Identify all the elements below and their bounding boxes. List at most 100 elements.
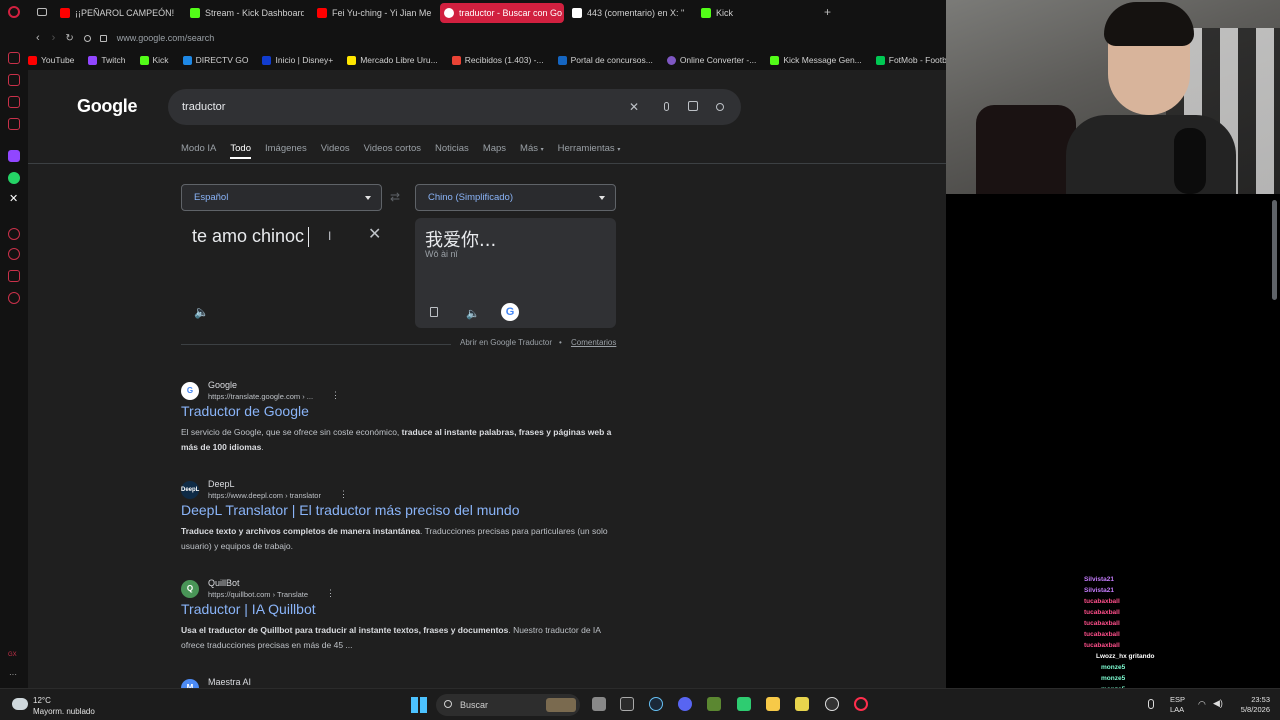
search-input[interactable]: traductor ✕ xyxy=(168,89,741,125)
xbox-app-icon[interactable] xyxy=(737,697,751,711)
source-language-select[interactable]: Español xyxy=(181,184,382,211)
tab-modo-ia[interactable]: Modo IA xyxy=(181,143,216,159)
result-url[interactable]: https://translate.google.com › ... xyxy=(208,392,313,401)
system-clock[interactable]: 23:53 5/8/2026 xyxy=(1232,695,1270,715)
bookmark-youtube[interactable]: YouTube xyxy=(28,55,74,65)
page-scrollbar[interactable] xyxy=(1272,200,1277,300)
bookmark-directv[interactable]: DIRECTV GO xyxy=(182,55,248,65)
twitch-icon[interactable] xyxy=(8,150,20,162)
google-translate-icon[interactable]: G xyxy=(501,303,519,321)
tab-6[interactable]: Kick xyxy=(697,3,757,23)
result-site-name[interactable]: Maestra AI xyxy=(208,677,251,687)
player-icon[interactable] xyxy=(8,228,20,240)
google-logo[interactable]: Google xyxy=(77,96,138,117)
wifi-icon[interactable]: ◠ xyxy=(1198,699,1206,710)
bookmark-label: Portal de concursos... xyxy=(570,55,653,65)
taskbar-search[interactable]: Buscar xyxy=(436,694,580,716)
bookmark-converter[interactable]: Online Converter -... xyxy=(666,55,756,65)
bookmark-portal[interactable]: Portal de concursos... xyxy=(557,55,653,65)
result-title[interactable]: DeepL Translator | El traductor más prec… xyxy=(181,502,520,518)
tab-mas[interactable]: Más ▾ xyxy=(520,143,544,159)
url-field[interactable]: www.google.com/search xyxy=(117,33,215,43)
task-view-icon[interactable] xyxy=(592,697,606,711)
source-text-input[interactable]: te amo chinoc xyxy=(192,226,304,247)
mic-icon[interactable] xyxy=(658,99,674,115)
copy-icon[interactable] xyxy=(430,307,438,320)
tab-3[interactable]: Fei Yu-ching - Yi Jian Mei xyxy=(313,3,431,23)
opera-gx-icon[interactable] xyxy=(854,697,868,711)
more-options-icon[interactable]: ⋮ xyxy=(326,588,335,599)
bookmark-kick-message[interactable]: Kick Message Gen... xyxy=(770,55,862,65)
history-icon[interactable] xyxy=(8,248,20,260)
more-icon[interactable]: ··· xyxy=(9,670,17,679)
gx-icon[interactable]: GX xyxy=(8,652,17,658)
tab-videos-cortos[interactable]: Videos cortos xyxy=(364,143,421,159)
messenger-icon[interactable] xyxy=(8,96,20,108)
listen-source-icon[interactable]: 🔈 xyxy=(194,305,209,319)
lock-icon[interactable] xyxy=(99,34,107,42)
x-icon[interactable]: ✕ xyxy=(9,192,18,205)
result-url[interactable]: https://www.deepl.com › translator xyxy=(208,491,321,500)
result-title[interactable]: Traductor | IA Quillbot xyxy=(181,601,316,617)
result-site-name[interactable]: QuillBot xyxy=(208,578,240,588)
tab-herramientas[interactable]: Herramientas ▾ xyxy=(558,143,621,159)
obs-icon[interactable] xyxy=(825,697,839,711)
snippet-highlight: Usa el traductor de Quillbot para traduc… xyxy=(181,625,509,635)
bookmark-twitch[interactable]: Twitch xyxy=(88,55,126,65)
weather-icon[interactable] xyxy=(12,698,28,710)
downloads-icon[interactable] xyxy=(8,270,20,282)
bookmark-kick[interactable]: Kick xyxy=(139,55,169,65)
epic-games-icon[interactable] xyxy=(620,697,634,711)
more-options-icon[interactable]: ⋮ xyxy=(339,489,348,500)
tab-1[interactable]: ¡¡PEÑAROL CAMPEÓN! GO xyxy=(56,3,176,23)
workspace-icon[interactable] xyxy=(8,74,20,86)
steam-icon[interactable] xyxy=(649,697,663,711)
minecraft-icon[interactable] xyxy=(707,697,721,711)
search-icon xyxy=(444,700,452,708)
swap-languages-icon[interactable]: ⇄ xyxy=(390,190,400,204)
reload-icon[interactable]: ↻ xyxy=(65,33,73,44)
weather-widget[interactable]: 12°C Mayorm. nublado xyxy=(33,695,95,717)
tab-2[interactable]: Stream - Kick Dashboard xyxy=(186,3,304,23)
bookmark-gmail[interactable]: Recibidos (1.403) -... xyxy=(451,55,544,65)
result-url[interactable]: https://quillbot.com › Translate xyxy=(208,590,308,599)
clear-icon[interactable]: ✕ xyxy=(626,99,642,115)
search-icon[interactable] xyxy=(712,99,728,115)
search-query[interactable]: traductor xyxy=(182,101,225,113)
more-options-icon[interactable]: ⋮ xyxy=(331,390,340,401)
microphone-icon[interactable] xyxy=(1148,699,1154,709)
clear-source-icon[interactable]: ✕ xyxy=(368,224,381,244)
forward-icon[interactable]: › xyxy=(52,32,56,44)
language-indicator[interactable]: ESP LAA xyxy=(1170,695,1185,715)
tab-overview-icon[interactable] xyxy=(37,8,47,16)
lens-icon[interactable] xyxy=(685,99,701,115)
listen-translation-icon[interactable]: 🔈 xyxy=(466,307,480,320)
new-tab-icon[interactable]: + xyxy=(824,5,831,19)
bookmark-mercadolibre[interactable]: Mercado Libre Uru... xyxy=(347,55,438,65)
tab-todo[interactable]: Todo xyxy=(230,143,251,159)
tab-4-active[interactable]: traductor - Buscar con Go xyxy=(440,3,564,23)
settings-icon[interactable] xyxy=(8,292,20,304)
feedback-link[interactable]: Comentarios xyxy=(571,338,616,347)
open-google-translate-link[interactable]: Abrir en Google Traductor xyxy=(460,338,552,347)
tab-maps[interactable]: Maps xyxy=(483,143,506,159)
result-title[interactable]: Traductor de Google xyxy=(181,403,309,419)
windows-start-icon[interactable] xyxy=(411,697,427,713)
volume-icon[interactable]: ◀) xyxy=(1213,698,1223,709)
result-site-name[interactable]: Google xyxy=(208,380,237,390)
tab-noticias[interactable]: Noticias xyxy=(435,143,469,159)
file-explorer-icon[interactable] xyxy=(766,697,780,711)
tab-5[interactable]: 443 (comentario) en X: " xyxy=(568,3,692,23)
notepad-icon[interactable] xyxy=(795,697,809,711)
whatsapp-icon[interactable] xyxy=(8,172,20,184)
opera-logo-icon[interactable] xyxy=(8,6,20,18)
tab-videos[interactable]: Videos xyxy=(321,143,350,159)
tab-imagenes[interactable]: Imágenes xyxy=(265,143,307,159)
aria-icon[interactable] xyxy=(8,52,20,64)
instagram-icon[interactable] xyxy=(8,118,20,130)
back-icon[interactable]: ‹ xyxy=(36,32,40,44)
discord-icon[interactable] xyxy=(678,697,692,711)
result-site-name[interactable]: DeepL xyxy=(208,479,235,489)
bookmark-disney[interactable]: Inicio | Disney+ xyxy=(262,55,333,65)
target-language-select[interactable]: Chino (Simplificado) xyxy=(415,184,616,211)
